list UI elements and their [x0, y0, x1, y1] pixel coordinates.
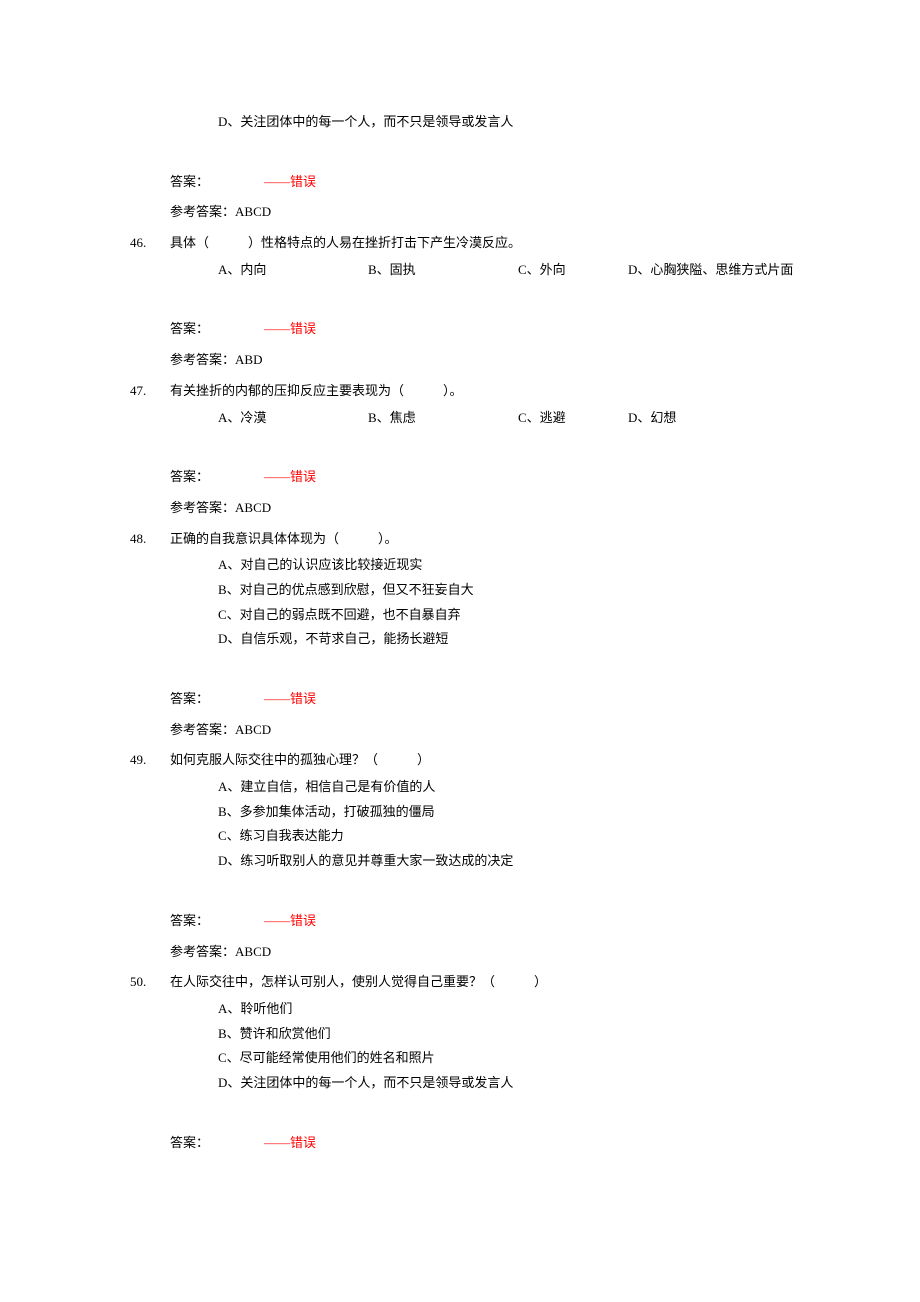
q49-option-b: B、多参加集体活动，打破孤独的僵局 [218, 800, 830, 825]
q46-options: A、内向 B、固执 C、外向 D、心胸狭隘、思维方式片面 [218, 258, 830, 283]
q48-option-a: A、对自己的认识应该比较接近现实 [218, 553, 830, 578]
question-number: 48. [130, 527, 170, 552]
question-text: 有关挫折的内郁的压抑反应主要表现为（ ）。 [170, 379, 830, 404]
q47-option-d: D、幻想 [628, 406, 676, 431]
q48-options: A、对自己的认识应该比较接近现实 B、对自己的优点感到欣慰，但又不狂妄自大 C、… [218, 553, 830, 652]
question-text: 如何克服人际交往中的孤独心理？（ ） [170, 748, 830, 773]
ref-prefix: 参考答案： [170, 500, 235, 515]
answer-label: 答案： [170, 174, 209, 189]
wrong-text: ——错误 [264, 691, 316, 706]
q47-options: A、冷漠 B、焦虑 C、逃避 D、幻想 [218, 406, 830, 431]
answer-label: 答案： [170, 469, 209, 484]
answer-label: 答案： [170, 1135, 209, 1150]
q47-option-c: C、逃避 [518, 406, 628, 431]
question-48: 48. 正确的自我意识具体体现为（ ）。 [130, 527, 830, 552]
q49-option-a: A、建立自信，相信自己是有价值的人 [218, 775, 830, 800]
q50-option-d: D、关注团体中的每一个人，而不只是领导或发言人 [218, 1071, 830, 1096]
q46-option-a: A、内向 [218, 258, 368, 283]
wrong-text: ——错误 [264, 1135, 316, 1150]
wrong-text: ——错误 [264, 321, 316, 336]
q48-option-d: D、自信乐观，不苛求自己，能扬长避短 [218, 627, 830, 652]
q49-options: A、建立自信，相信自己是有价值的人 B、多参加集体活动，打破孤独的僵局 C、练习… [218, 775, 830, 874]
question-46: 46. 具体（ ）性格特点的人易在挫折打击下产生冷漠反应。 [130, 231, 830, 256]
ref-prefix: 参考答案： [170, 204, 235, 219]
wrong-text: ——错误 [264, 469, 316, 484]
q46-option-d: D、心胸狭隘、思维方式片面 [628, 258, 793, 283]
q50-option-c: C、尽可能经常使用他们的姓名和照片 [218, 1046, 830, 1071]
question-number: 47. [130, 379, 170, 404]
answer-label: 答案： [170, 691, 209, 706]
q50-option-a: A、聆听他们 [218, 997, 830, 1022]
ref-value: ABD [235, 352, 262, 367]
answer-label: 答案： [170, 913, 209, 928]
q46-option-c: C、外向 [518, 258, 628, 283]
q46-option-b: B、固执 [368, 258, 518, 283]
question-text: 具体（ ）性格特点的人易在挫折打击下产生冷漠反应。 [170, 231, 830, 256]
question-47: 47. 有关挫折的内郁的压抑反应主要表现为（ ）。 [130, 379, 830, 404]
prev-answer-block: 答案： ——错误 [170, 170, 830, 195]
question-text: 正确的自我意识具体体现为（ ）。 [170, 527, 830, 552]
ref-prefix: 参考答案： [170, 352, 235, 367]
ref-prefix: 参考答案： [170, 722, 235, 737]
q49-option-d: D、练习听取别人的意见并尊重大家一致达成的决定 [218, 849, 830, 874]
q48-option-b: B、对自己的优点感到欣慰，但又不狂妄自大 [218, 578, 830, 603]
question-50: 50. 在人际交往中，怎样认可别人，使别人觉得自己重要？（ ） [130, 970, 830, 995]
q46-answer-block: 答案： ——错误 [170, 317, 830, 342]
q47-answer-block: 答案： ——错误 [170, 465, 830, 490]
q47-ref-answer: 参考答案：ABCD [170, 496, 830, 521]
answer-label: 答案： [170, 321, 209, 336]
prev-option-d: D、关注团体中的每一个人，而不只是领导或发言人 [218, 110, 830, 135]
wrong-text: ——错误 [264, 913, 316, 928]
q48-answer-block: 答案： ——错误 [170, 687, 830, 712]
q46-ref-answer: 参考答案：ABD [170, 348, 830, 373]
ref-value: ABCD [235, 500, 271, 515]
question-text: 在人际交往中，怎样认可别人，使别人觉得自己重要？（ ） [170, 970, 830, 995]
question-number: 50. [130, 970, 170, 995]
ref-value: ABCD [235, 722, 271, 737]
ref-prefix: 参考答案： [170, 944, 235, 959]
wrong-text: ——错误 [264, 174, 316, 189]
q49-ref-answer: 参考答案：ABCD [170, 940, 830, 965]
q48-option-c: C、对自己的弱点既不回避，也不自暴自弃 [218, 603, 830, 628]
q49-answer-block: 答案： ——错误 [170, 909, 830, 934]
q50-option-b: B、赞许和欣赏他们 [218, 1022, 830, 1047]
ref-value: ABCD [235, 204, 271, 219]
ref-value: ABCD [235, 944, 271, 959]
prev-ref-answer: 参考答案：ABCD [170, 200, 830, 225]
q48-ref-answer: 参考答案：ABCD [170, 718, 830, 743]
question-number: 49. [130, 748, 170, 773]
question-number: 46. [130, 231, 170, 256]
q47-option-a: A、冷漠 [218, 406, 368, 431]
q50-options: A、聆听他们 B、赞许和欣赏他们 C、尽可能经常使用他们的姓名和照片 D、关注团… [218, 997, 830, 1096]
question-49: 49. 如何克服人际交往中的孤独心理？（ ） [130, 748, 830, 773]
q50-answer-block: 答案： ——错误 [170, 1131, 830, 1156]
q49-option-c: C、练习自我表达能力 [218, 824, 830, 849]
q47-option-b: B、焦虑 [368, 406, 518, 431]
